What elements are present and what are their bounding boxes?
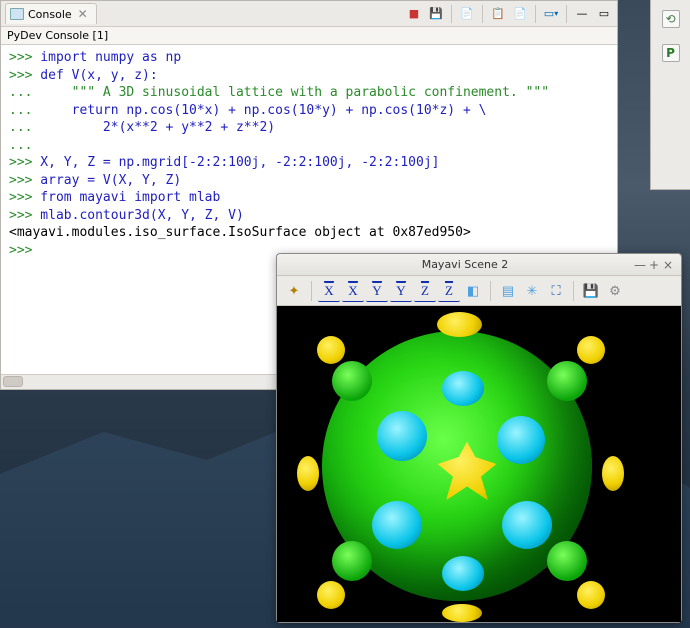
yellow-fragment (442, 604, 482, 622)
terminal-icon (10, 8, 24, 20)
yellow-fragment (602, 456, 624, 491)
view-minus-x-button[interactable]: X (342, 280, 364, 302)
isosurface-lobe (547, 361, 587, 401)
view-plus-x-button[interactable]: X (318, 280, 340, 302)
pydev-badge[interactable]: P (662, 44, 680, 62)
isosurface-lobe (332, 541, 372, 581)
view-minus-y-button[interactable]: Y (390, 280, 412, 302)
yellow-fragment (317, 336, 345, 364)
console-subheader: PyDev Console [1] (1, 27, 617, 45)
isosurface-lobe (547, 541, 587, 581)
save-scene-button[interactable]: 💾 (580, 280, 602, 302)
ide-right-dock: ⟲ P (650, 0, 690, 190)
minimize-view-button[interactable]: — (573, 5, 591, 23)
mayavi-toolbar: ✦ X X Y Y Z Z ◧ ▤ ✳ ⛶ 💾 ⚙ (277, 276, 681, 306)
save-console-button[interactable]: 💾 (427, 5, 445, 23)
cyan-lobe (377, 411, 427, 461)
parallel-projection-button[interactable]: ▤ (497, 280, 519, 302)
mayavi-3d-viewport[interactable] (277, 306, 681, 622)
mayavi-scene-window: Mayavi Scene 2 — + × ✦ X X Y Y Z Z ◧ ▤ ✳… (276, 253, 682, 623)
isometric-view-button[interactable]: ◧ (462, 280, 484, 302)
view-minus-z-button[interactable]: Z (438, 280, 460, 302)
cyan-lobe (502, 501, 552, 549)
cyan-lobe (372, 501, 422, 549)
clear-console-button[interactable]: 📄 (458, 5, 476, 23)
mayavi-window-title: Mayavi Scene 2 (297, 258, 633, 271)
yellow-fragment (577, 336, 605, 364)
close-tab-icon[interactable]: ✕ (78, 7, 88, 21)
view-plus-z-button[interactable]: Z (414, 280, 436, 302)
isosurface-lobe (332, 361, 372, 401)
open-console-menu[interactable]: ▭▾ (542, 5, 560, 23)
yellow-fragment (297, 456, 319, 491)
console-tab-label: Console (28, 8, 72, 21)
reset-view-button[interactable]: ✦ (283, 280, 305, 302)
console-toolbar: Console ✕ ■ 💾 📄 📋 📄 ▭▾ — ▭ (1, 1, 617, 27)
console-tab[interactable]: Console ✕ (5, 3, 97, 24)
view-plus-y-button[interactable]: Y (366, 280, 388, 302)
restore-view-button[interactable]: ⟲ (662, 10, 680, 28)
window-close-button[interactable]: × (661, 258, 675, 272)
stop-button[interactable]: ■ (405, 5, 423, 23)
scrollbar-thumb[interactable] (3, 376, 23, 387)
fullscreen-button[interactable]: ⛶ (545, 280, 567, 302)
yellow-fragment (437, 312, 482, 337)
mayavi-titlebar[interactable]: Mayavi Scene 2 — + × (277, 254, 681, 276)
pin-console-button[interactable]: 📋 (489, 5, 507, 23)
cyan-lobe (442, 371, 484, 406)
new-console-button[interactable]: 📄 (511, 5, 529, 23)
cyan-lobe (442, 556, 484, 591)
scene-settings-button[interactable]: ⚙ (604, 280, 626, 302)
cyan-lobe (497, 416, 545, 464)
show-axes-button[interactable]: ✳ (521, 280, 543, 302)
window-maximize-button[interactable]: + (647, 258, 661, 272)
maximize-view-button[interactable]: ▭ (595, 5, 613, 23)
yellow-fragment (577, 581, 605, 609)
window-minimize-button[interactable]: — (633, 258, 647, 272)
yellow-fragment (317, 581, 345, 609)
